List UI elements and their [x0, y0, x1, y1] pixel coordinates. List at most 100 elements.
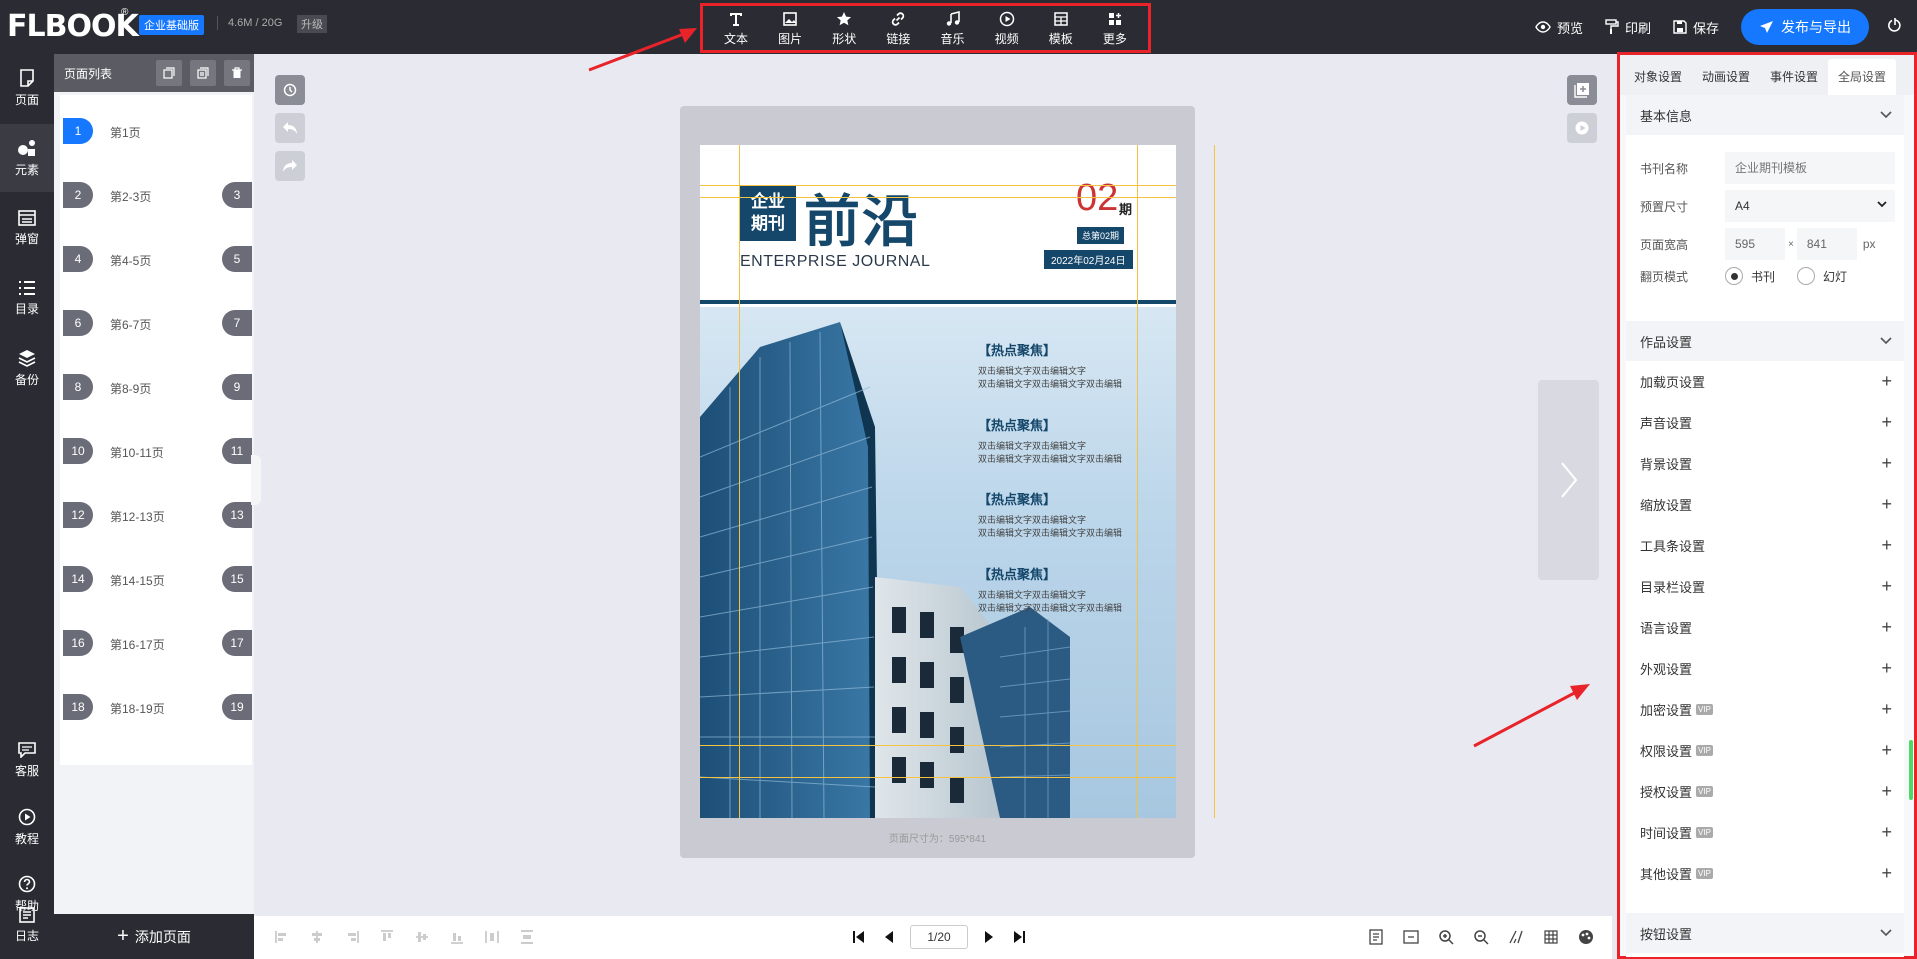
flip-mode-book-radio[interactable]: [1725, 267, 1743, 285]
guide-line[interactable]: [700, 185, 1176, 186]
preview-button[interactable]: 预览: [1535, 18, 1583, 37]
redo-button[interactable]: [275, 151, 305, 181]
align-left-button[interactable]: [272, 928, 292, 946]
setting-zoom[interactable]: 缩放设置 +: [1626, 484, 1904, 525]
page-canvas[interactable]: 企业 期刊 前沿 ENTERPRISE JOURNAL 02 期 总第02期 2…: [700, 145, 1176, 818]
tab-event-settings[interactable]: 事件设置: [1760, 59, 1828, 95]
cover-subtitle[interactable]: ENTERPRISE JOURNAL: [740, 253, 930, 271]
tool-image[interactable]: 图片: [764, 9, 816, 47]
page-row[interactable]: 2 第2-3页 3: [60, 159, 252, 229]
setting-language[interactable]: 语言设置 +: [1626, 607, 1904, 648]
page-row[interactable]: 8 第8-9页 9: [60, 351, 252, 421]
align-middle-button[interactable]: [412, 928, 432, 946]
page-row[interactable]: 6 第6-7页 7: [60, 287, 252, 357]
nav-page[interactable]: 页面: [0, 54, 54, 122]
align-right-button[interactable]: [342, 928, 362, 946]
distribute-h-button[interactable]: [482, 928, 502, 946]
cover-badge[interactable]: 企业 期刊: [740, 185, 796, 241]
tab-object-settings[interactable]: 对象设置: [1624, 59, 1692, 95]
next-page-nav-button[interactable]: [974, 924, 1004, 950]
nav-backup[interactable]: 备份: [0, 334, 54, 402]
page-row[interactable]: 1 第1页: [60, 95, 252, 165]
cover-date[interactable]: 2022年02月24日: [1044, 250, 1133, 269]
setting-time[interactable]: 时间设置 VIP +: [1626, 812, 1904, 853]
setting-toc-bar[interactable]: 目录栏设置 +: [1626, 566, 1904, 607]
setting-sound[interactable]: 声音设置 +: [1626, 402, 1904, 443]
nav-popup[interactable]: 弹窗: [0, 194, 54, 262]
align-center-button[interactable]: [307, 928, 327, 946]
tab-animation-settings[interactable]: 动画设置: [1692, 59, 1760, 95]
copy-page-button[interactable]: [156, 60, 182, 86]
distribute-v-button[interactable]: [517, 928, 537, 946]
guide-line[interactable]: [1214, 145, 1215, 818]
guide-line[interactable]: [1137, 145, 1138, 818]
nav-tutorial[interactable]: 教程: [0, 793, 54, 861]
page-row[interactable]: 4 第4-5页 5: [60, 223, 252, 293]
tool-template[interactable]: 模板: [1035, 9, 1087, 47]
duplicate-page-button[interactable]: [190, 60, 216, 86]
reset-view-button[interactable]: [275, 75, 305, 105]
upgrade-link[interactable]: 升级: [297, 15, 327, 33]
page-row[interactable]: 12 第12-13页 13: [60, 479, 252, 549]
setting-encryption[interactable]: 加密设置 VIP +: [1626, 689, 1904, 730]
section-basic-info[interactable]: 基本信息: [1626, 95, 1904, 135]
page-row[interactable]: 10 第10-11页 11: [60, 415, 252, 485]
setting-authorization[interactable]: 授权设置 VIP +: [1626, 771, 1904, 812]
print-button[interactable]: 印刷: [1605, 18, 1651, 37]
flip-mode-slide-radio[interactable]: [1797, 267, 1816, 285]
tool-video[interactable]: 视频: [981, 9, 1033, 47]
tool-music[interactable]: 音乐: [927, 9, 979, 47]
cover-text-block[interactable]: 【热点聚焦】 双击编辑文字双击编辑文字 双击编辑文字双击编辑文字双击编辑: [978, 564, 1176, 615]
setting-loading-page[interactable]: 加载页设置 +: [1626, 361, 1904, 402]
last-page-button[interactable]: [1004, 924, 1034, 950]
save-button[interactable]: 保存: [1673, 18, 1719, 37]
setting-appearance[interactable]: 外观设置 +: [1626, 648, 1904, 689]
play-preview-button[interactable]: [1567, 113, 1597, 143]
align-top-button[interactable]: [377, 928, 397, 946]
setting-toolbar[interactable]: 工具条设置 +: [1626, 525, 1904, 566]
book-name-input[interactable]: [1725, 152, 1895, 184]
guide-line[interactable]: [700, 745, 1176, 746]
setting-background[interactable]: 背景设置 +: [1626, 443, 1904, 484]
align-bottom-button[interactable]: [447, 928, 467, 946]
nav-log[interactable]: 日志: [0, 891, 54, 959]
guide-line[interactable]: [700, 197, 1176, 198]
cover-text-block[interactable]: 【热点聚焦】 双击编辑文字双击编辑文字 双击编辑文字双击编辑文字双击编辑: [978, 489, 1176, 540]
fit-view-button[interactable]: [1401, 928, 1421, 946]
tool-shape[interactable]: 形状: [818, 9, 870, 47]
ruler-button[interactable]: [1506, 928, 1526, 946]
zoom-out-button[interactable]: [1471, 928, 1491, 946]
add-layer-button[interactable]: [1567, 75, 1597, 105]
page-width-input[interactable]: 595: [1725, 228, 1785, 260]
cover-issue-number[interactable]: 02: [1076, 177, 1118, 220]
preset-size-select[interactable]: A4: [1725, 190, 1895, 222]
cover-text-block[interactable]: 【热点聚焦】 双击编辑文字双击编辑文字 双击编辑文字双击编辑文字双击编辑: [978, 415, 1176, 466]
undo-button[interactable]: [275, 113, 305, 143]
nav-toc[interactable]: 目录: [0, 264, 54, 332]
add-page-button[interactable]: + 添加页面: [54, 914, 254, 959]
nav-elements[interactable]: 元素: [0, 124, 54, 192]
page-height-input[interactable]: 841: [1796, 228, 1857, 260]
tool-text[interactable]: 文本: [710, 9, 762, 47]
nav-service[interactable]: 客服: [0, 726, 54, 794]
prev-page-button[interactable]: [874, 924, 904, 950]
zoom-in-button[interactable]: [1436, 928, 1456, 946]
page-row[interactable]: 16 第16-17页 17: [60, 607, 252, 677]
settings-scrollbar[interactable]: [1909, 740, 1913, 800]
page-row[interactable]: 14 第14-15页 15: [60, 543, 252, 613]
cover-issue-unit[interactable]: 期: [1119, 199, 1132, 218]
delete-page-button[interactable]: [224, 60, 250, 86]
section-button-settings[interactable]: 按钮设置: [1626, 913, 1904, 953]
section-work-settings[interactable]: 作品设置: [1626, 321, 1904, 361]
next-page-button[interactable]: [1538, 380, 1599, 580]
setting-permission[interactable]: 权限设置 VIP +: [1626, 730, 1904, 771]
single-page-button[interactable]: [1366, 928, 1386, 946]
publish-button[interactable]: 发布与导出: [1741, 9, 1869, 45]
page-number-input[interactable]: 1/20: [910, 925, 968, 949]
setting-other[interactable]: 其他设置 VIP +: [1626, 853, 1904, 894]
cover-text-block[interactable]: 【热点聚焦】 双击编辑文字双击编辑文字 双击编辑文字双击编辑文字双击编辑: [978, 340, 1176, 391]
page-row[interactable]: 18 第18-19页 19: [60, 671, 252, 741]
cover-total-issue[interactable]: 总第02期: [1077, 227, 1125, 244]
collapse-panel-handle[interactable]: [251, 455, 261, 505]
grid-button[interactable]: [1541, 928, 1561, 946]
